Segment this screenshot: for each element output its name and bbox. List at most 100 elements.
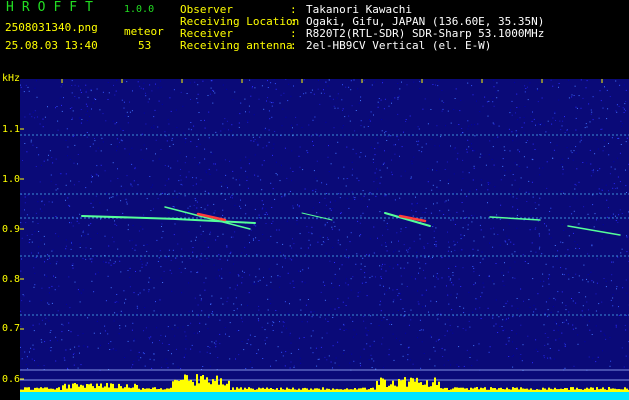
noise-speck <box>304 188 306 190</box>
noise-speck <box>164 184 166 186</box>
noise-speck <box>536 88 538 90</box>
noise-speck <box>184 195 186 197</box>
noise-speck <box>391 171 393 173</box>
noise-speck <box>578 181 580 183</box>
noise-speck <box>139 292 141 294</box>
noise-speck <box>253 114 255 116</box>
noise-speck <box>490 228 492 230</box>
noise-speck <box>535 308 537 310</box>
noise-speck <box>422 212 424 214</box>
noise-speck <box>44 261 45 263</box>
noise-speck <box>258 98 260 100</box>
noise-speck <box>381 164 383 166</box>
noise-speck <box>369 120 371 122</box>
noise-speck <box>40 239 42 241</box>
noise-speck <box>34 87 36 89</box>
noise-speck <box>247 187 249 189</box>
noise-speck <box>550 311 552 313</box>
power-bar <box>172 381 174 392</box>
noise-speck <box>473 267 475 269</box>
noise-speck <box>428 311 429 313</box>
noise-speck <box>78 85 80 87</box>
noise-speck <box>201 263 203 265</box>
noise-speck <box>487 189 489 191</box>
noise-speck <box>120 271 122 273</box>
noise-speck <box>238 122 240 124</box>
noise-speck <box>381 278 382 279</box>
noise-speck <box>248 234 250 236</box>
noise-speck <box>471 147 473 149</box>
noise-speck <box>155 301 156 303</box>
power-bar <box>366 389 368 392</box>
noise-speck <box>408 346 410 348</box>
noise-speck <box>502 330 504 332</box>
noise-speck <box>618 105 620 107</box>
noise-speck <box>518 166 520 167</box>
noise-speck <box>35 80 37 82</box>
noise-speck <box>483 286 485 288</box>
noise-speck <box>298 205 300 207</box>
noise-speck <box>196 272 198 273</box>
noise-speck <box>175 109 177 111</box>
noise-speck <box>378 98 380 99</box>
noise-speck <box>568 97 570 99</box>
noise-speck <box>558 99 560 101</box>
noise-speck <box>456 293 458 295</box>
noise-speck <box>413 81 415 83</box>
noise-speck <box>245 368 247 370</box>
noise-speck <box>519 357 521 359</box>
noise-speck <box>423 269 424 271</box>
noise-speck <box>383 162 385 164</box>
noise-speck <box>580 136 582 138</box>
noise-speck <box>473 215 475 217</box>
noise-speck <box>578 275 580 277</box>
noise-speck <box>383 108 385 110</box>
noise-speck <box>574 197 576 199</box>
power-bar <box>620 389 622 392</box>
noise-speck <box>403 315 405 317</box>
noise-speck <box>588 320 590 322</box>
noise-speck <box>69 159 71 160</box>
noise-speck <box>580 139 582 141</box>
noise-speck <box>60 173 62 175</box>
noise-speck <box>59 97 61 99</box>
noise-speck <box>108 343 109 344</box>
noise-speck <box>120 128 122 130</box>
noise-speck <box>154 109 156 111</box>
noise-speck <box>226 120 228 122</box>
noise-speck <box>159 250 161 252</box>
noise-speck <box>88 224 90 226</box>
noise-speck <box>547 120 549 122</box>
noise-speck <box>177 366 179 368</box>
noise-speck <box>615 326 617 328</box>
noise-speck <box>615 110 617 112</box>
noise-speck <box>52 162 54 164</box>
noise-speck <box>137 294 139 296</box>
noise-speck <box>387 229 389 231</box>
noise-speck <box>195 239 197 241</box>
noise-speck <box>373 252 375 254</box>
noise-speck <box>550 142 552 144</box>
noise-speck <box>44 323 46 325</box>
noise-speck <box>547 357 549 359</box>
power-bar <box>540 389 542 392</box>
noise-speck <box>500 179 502 181</box>
noise-speck <box>120 185 122 187</box>
noise-speck <box>152 342 153 344</box>
noise-speck <box>71 107 73 109</box>
noise-speck <box>497 234 499 235</box>
noise-speck <box>90 202 92 204</box>
noise-speck <box>561 302 563 304</box>
noise-speck <box>349 362 351 364</box>
noise-speck <box>80 89 81 91</box>
noise-speck <box>397 83 399 84</box>
noise-speck <box>65 349 67 351</box>
power-bar <box>284 389 286 392</box>
power-bar <box>236 387 238 392</box>
noise-speck <box>348 115 350 117</box>
noise-speck <box>353 329 355 331</box>
noise-speck <box>284 195 286 197</box>
noise-speck <box>462 328 464 329</box>
power-bar <box>132 387 134 392</box>
noise-speck <box>610 299 612 301</box>
